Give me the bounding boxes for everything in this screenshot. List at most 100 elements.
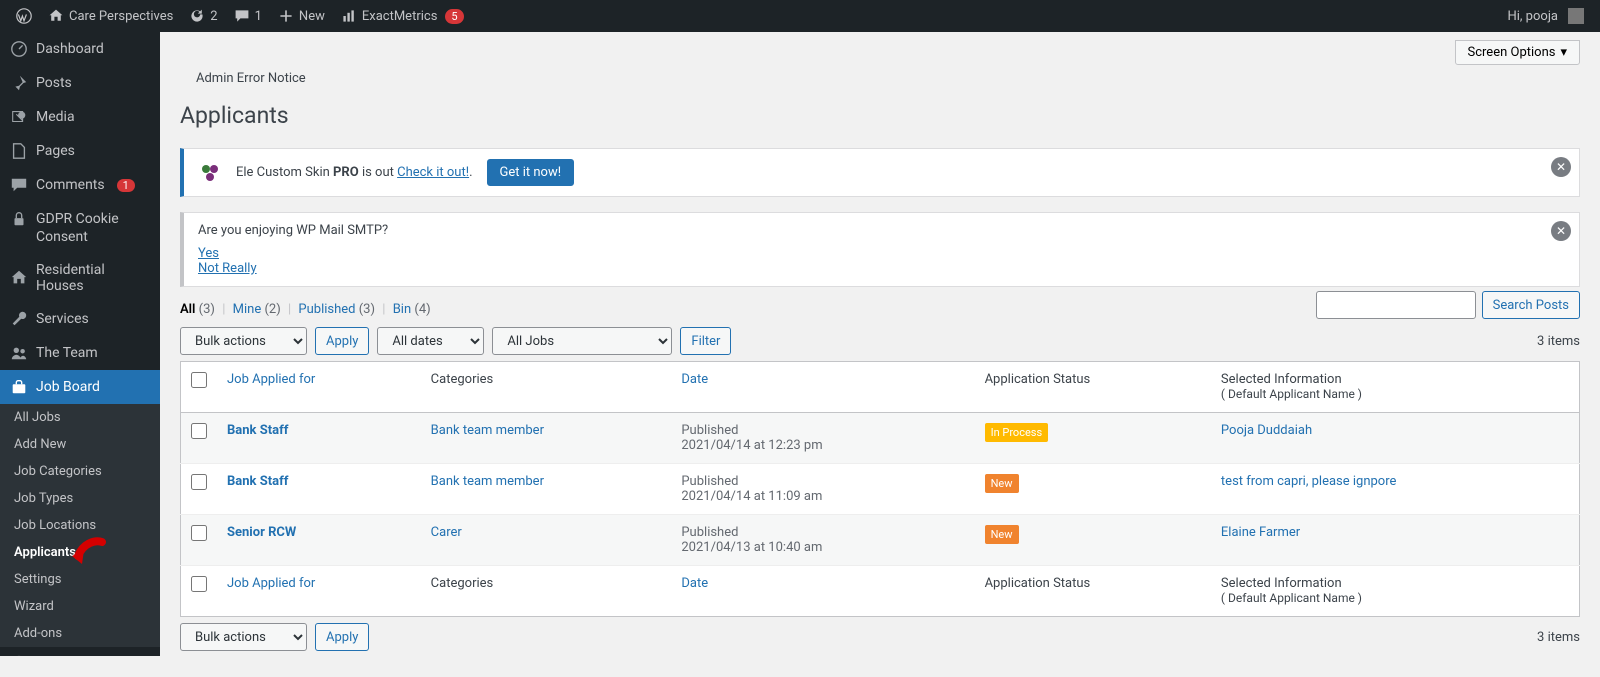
submenu-add-new[interactable]: Add New — [0, 431, 160, 458]
col-date-foot[interactable]: Date — [681, 576, 708, 591]
filter-button[interactable]: Filter — [680, 327, 731, 355]
menu-residential[interactable]: Residential Houses — [0, 254, 160, 302]
filter-all[interactable]: All (3) — [180, 302, 215, 317]
new-content-link[interactable]: New — [270, 0, 333, 32]
updates-count: 2 — [210, 9, 217, 24]
row-checkbox[interactable] — [191, 525, 207, 541]
category-link[interactable]: Bank team member — [431, 423, 544, 438]
menu-posts[interactable]: Posts — [0, 66, 160, 100]
dashboard-icon — [10, 40, 28, 58]
comments-link[interactable]: 1 — [226, 0, 270, 32]
page-title: Applicants — [180, 92, 1580, 143]
dismiss-notice-button[interactable]: ✕ — [1551, 157, 1571, 177]
comment-icon — [10, 176, 28, 194]
status-badge: New — [985, 525, 1019, 544]
filter-mine[interactable]: Mine — [233, 302, 262, 317]
tablenav-top: Bulk actions Apply All dates All Jobs Fi… — [180, 327, 1580, 355]
category-link[interactable]: Bank team member — [431, 474, 544, 489]
apply-bulk-button[interactable]: Apply — [315, 327, 369, 355]
home-icon — [10, 269, 28, 287]
menu-job-board[interactable]: Job Board — [0, 370, 160, 404]
filter-bin[interactable]: Bin — [393, 302, 411, 317]
site-name-label: Care Perspectives — [69, 9, 173, 24]
applicants-table: Job Applied for Categories Date Applicat… — [180, 361, 1580, 617]
menu-team[interactable]: The Team — [0, 336, 160, 370]
admin-bar: Care Perspectives 2 1 New ExactMetrics — [0, 0, 1600, 32]
menu-gdpr[interactable]: GDPR Cookie Consent — [0, 202, 160, 254]
submenu-addons[interactable]: Add-ons — [0, 620, 160, 647]
bulk-actions-select[interactable]: Bulk actions — [180, 327, 307, 355]
col-categories: Categories — [421, 362, 672, 413]
submenu-settings[interactable]: Settings — [0, 566, 160, 593]
ecs-get-it-now-button[interactable]: Get it now! — [487, 159, 575, 186]
col-job[interactable]: Job Applied for — [227, 372, 315, 387]
menu-media[interactable]: Media — [0, 100, 160, 134]
wordpress-icon — [16, 8, 32, 24]
wp-logo[interactable] — [8, 0, 40, 32]
comments-count: 1 — [255, 9, 262, 24]
media-icon — [10, 108, 28, 126]
dismiss-notice-button[interactable]: ✕ — [1551, 221, 1571, 241]
status-badge: New — [985, 474, 1019, 493]
search-input[interactable] — [1316, 291, 1476, 319]
wrench-icon — [10, 310, 28, 328]
row-checkbox[interactable] — [191, 423, 207, 439]
submenu-applicants[interactable]: Applicants — [0, 539, 160, 566]
menu-services[interactable]: Services — [0, 302, 160, 336]
apply-bulk-button-bottom[interactable]: Apply — [315, 623, 369, 651]
col-date[interactable]: Date — [681, 372, 708, 387]
avatar — [1568, 8, 1584, 24]
screen-options-button[interactable]: Screen Options ▾ — [1455, 40, 1581, 65]
submenu-job-categories[interactable]: Job Categories — [0, 458, 160, 485]
items-count-top: 3 items — [1537, 334, 1580, 349]
submenu-wizard[interactable]: Wizard — [0, 593, 160, 620]
pin-icon — [10, 74, 28, 92]
menu-pages[interactable]: Pages — [0, 134, 160, 168]
submenu-job-locations[interactable]: Job Locations — [0, 512, 160, 539]
row-checkbox[interactable] — [191, 474, 207, 490]
job-filter-select[interactable]: All Jobs — [492, 327, 672, 355]
col-status: Application Status — [975, 362, 1211, 413]
smtp-question: Are you enjoying WP Mail SMTP? — [198, 223, 1565, 238]
submenu-job-board: All Jobs Add New Job Categories Job Type… — [0, 404, 160, 647]
menu-comments[interactable]: Comments 1 — [0, 168, 160, 202]
date-filter-select[interactable]: All dates — [377, 327, 484, 355]
table-row: Senior RCWCarerPublished2021/04/13 at 10… — [181, 515, 1580, 566]
select-all-checkbox[interactable] — [191, 372, 207, 388]
col-selected-info: Selected Information ( Default Applicant… — [1211, 362, 1580, 413]
smtp-no-link[interactable]: Not Really — [198, 261, 257, 276]
select-all-checkbox-foot[interactable] — [191, 576, 207, 592]
items-count-bottom: 3 items — [1537, 630, 1580, 645]
updates-link[interactable]: 2 — [181, 0, 225, 32]
filter-published[interactable]: Published — [298, 302, 355, 317]
menu-elementor[interactable]: Elementor — [0, 647, 160, 656]
chart-icon — [341, 8, 357, 24]
ecs-check-it-out-link[interactable]: Check it out! — [397, 165, 469, 180]
applicant-link[interactable]: Elaine Farmer — [1221, 525, 1300, 540]
bulk-actions-select-bottom[interactable]: Bulk actions — [180, 623, 307, 651]
exactmetrics-label: ExactMetrics — [362, 9, 438, 24]
exactmetrics-link[interactable]: ExactMetrics 5 — [333, 0, 472, 32]
notice-ele-custom-skin: Ele Custom Skin PRO is out Check it out!… — [180, 148, 1580, 197]
category-link[interactable]: Carer — [431, 525, 462, 540]
job-link[interactable]: Bank Staff — [227, 423, 288, 438]
lock-icon — [10, 210, 28, 228]
applicant-link[interactable]: test from capri, please ignpore — [1221, 474, 1396, 489]
table-row: Bank StaffBank team memberPublished2021/… — [181, 413, 1580, 464]
chevron-down-icon: ▾ — [1560, 45, 1567, 60]
job-link[interactable]: Bank Staff — [227, 474, 288, 489]
job-link[interactable]: Senior RCW — [227, 525, 296, 540]
menu-dashboard[interactable]: Dashboard — [0, 32, 160, 66]
page-icon — [10, 142, 28, 160]
user-greeting[interactable]: Hi, pooja — [1499, 0, 1592, 32]
search-posts-button[interactable]: Search Posts — [1482, 291, 1580, 319]
applicant-link[interactable]: Pooja Duddaiah — [1221, 423, 1312, 438]
smtp-yes-link[interactable]: Yes — [198, 246, 219, 261]
submenu-all-jobs[interactable]: All Jobs — [0, 404, 160, 431]
site-name-link[interactable]: Care Perspectives — [40, 0, 181, 32]
comments-badge: 1 — [117, 179, 135, 192]
col-job-foot[interactable]: Job Applied for — [227, 576, 315, 591]
admin-error-notice: Admin Error Notice — [180, 65, 1580, 92]
refresh-icon — [189, 8, 205, 24]
submenu-job-types[interactable]: Job Types — [0, 485, 160, 512]
